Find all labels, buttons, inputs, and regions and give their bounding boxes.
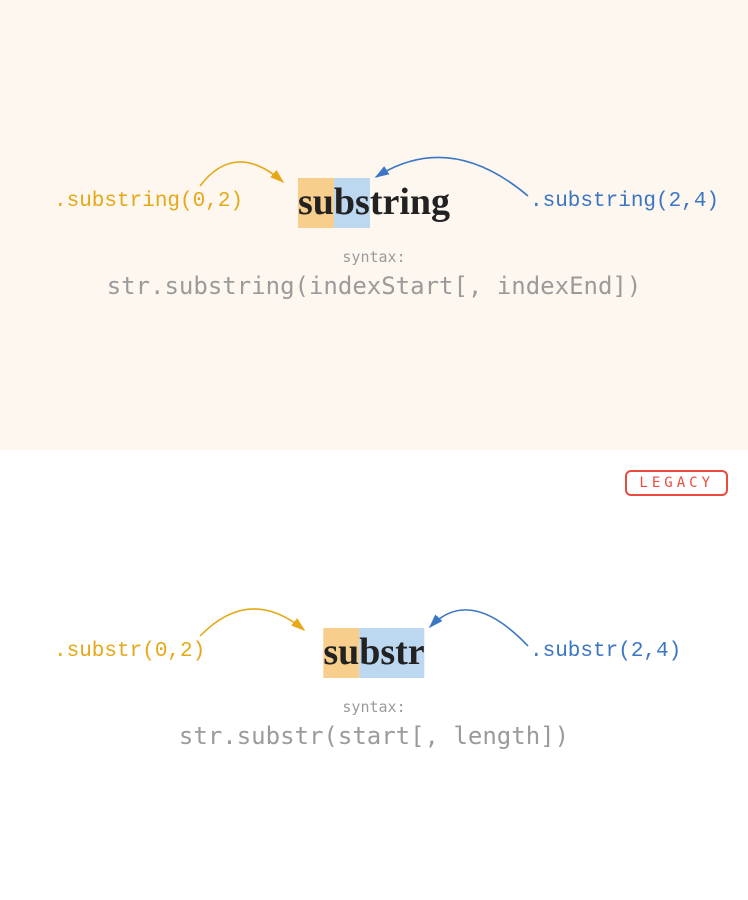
highlight-blue: bstr <box>359 628 424 678</box>
syntax-label: syntax: <box>0 248 748 266</box>
word-substr: substr <box>323 628 424 678</box>
legacy-badge: LEGACY <box>625 470 728 496</box>
highlight-orange: su <box>323 628 359 678</box>
arrow-blue-bottom <box>430 610 528 646</box>
substr-panel: LEGACY .substr(0,2) .substr(2,4) substr … <box>0 450 748 900</box>
syntax-block-top: syntax: str.substring(indexStart[, index… <box>0 248 748 300</box>
right-call-label: .substring(2,4) <box>530 190 719 213</box>
syntax-text: str.substr(start[, length]) <box>0 722 748 750</box>
left-call-label: .substring(0,2) <box>54 190 243 213</box>
highlight-orange: su <box>298 178 334 228</box>
left-call-label: .substr(0,2) <box>54 640 205 663</box>
word-substring: substring <box>298 178 450 228</box>
word-rest: tring <box>370 178 450 228</box>
syntax-text: str.substring(indexStart[, indexEnd]) <box>0 272 748 300</box>
syntax-block-bottom: syntax: str.substr(start[, length]) <box>0 698 748 750</box>
substring-panel: .substring(0,2) .substring(2,4) substrin… <box>0 0 748 450</box>
arrow-orange-top <box>200 162 283 186</box>
highlight-blue: bs <box>334 178 370 228</box>
syntax-label: syntax: <box>0 698 748 716</box>
arrow-orange-bottom <box>200 609 304 636</box>
right-call-label: .substr(2,4) <box>530 640 681 663</box>
